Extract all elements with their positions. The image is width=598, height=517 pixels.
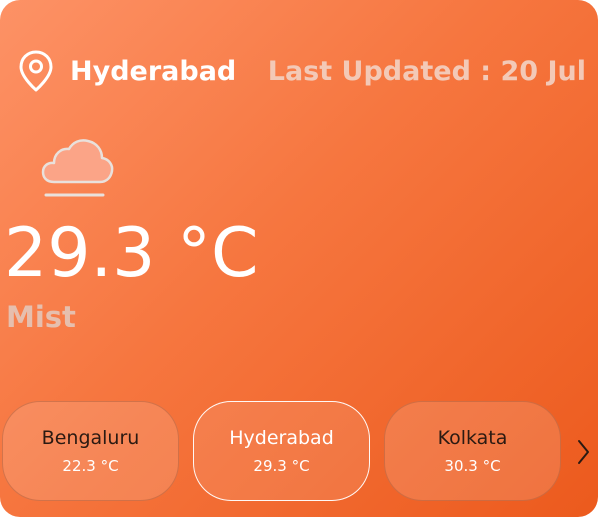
current-city: Hyderabad (70, 55, 237, 87)
chevron-right-icon (576, 438, 590, 470)
cloud-mist-icon (40, 138, 116, 202)
current-temperature: 29.3 °C (4, 214, 259, 293)
city-card-name: Hyderabad (229, 427, 334, 449)
city-card-kolkata[interactable]: Kolkata 30.3 °C (384, 401, 561, 501)
city-card-temp: 30.3 °C (444, 457, 501, 475)
city-card-temp: 22.3 °C (62, 457, 119, 475)
city-list: Bengaluru 22.3 °C Hyderabad 29.3 °C Kolk… (2, 401, 561, 503)
city-card-name: Kolkata (437, 427, 508, 449)
location-pin-icon (14, 49, 58, 93)
weather-card: Hyderabad Last Updated : 20 Jul 29.3 °C … (0, 0, 598, 517)
city-card-bengaluru[interactable]: Bengaluru 22.3 °C (2, 401, 179, 501)
location-header: Hyderabad Last Updated : 20 Jul (14, 48, 586, 94)
city-card-hyderabad[interactable]: Hyderabad 29.3 °C (193, 401, 370, 501)
next-city-button[interactable] (572, 436, 594, 472)
last-updated-text: Last Updated : 20 Jul (267, 55, 586, 87)
city-card-temp: 29.3 °C (253, 457, 310, 475)
weather-condition: Mist (6, 300, 76, 334)
city-card-name: Bengaluru (41, 427, 140, 449)
